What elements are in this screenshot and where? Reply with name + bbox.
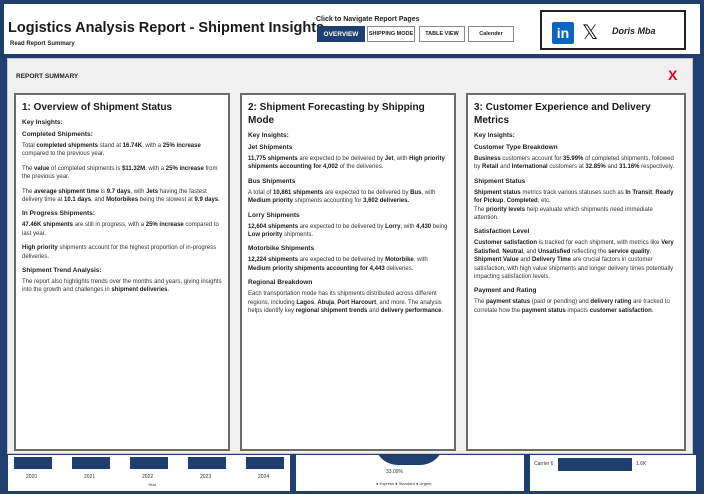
card-title: 2: Shipment Forecasting by Shipping Mode xyxy=(248,102,425,126)
carrier-panel: Carrier 6 1.6K xyxy=(530,455,696,491)
section-heading: Satisfaction Level xyxy=(474,228,530,236)
year-chart-panel: 2020 2021 2022 2023 2024 Year xyxy=(8,455,290,491)
insight-paragraph: Business customers account for 35.99% of… xyxy=(474,156,675,171)
carrier-bar xyxy=(558,458,632,471)
insight-paragraph: 12,224 shipments are expected to be deli… xyxy=(248,257,428,272)
donut-percent: 33.09% xyxy=(386,469,403,475)
section-heading: Jet Shipments xyxy=(248,144,293,151)
profile-card: in 𝕏 Doris Mba xyxy=(540,10,686,50)
section-heading: Shipment Status xyxy=(474,177,526,185)
section-heading: Lorry Shipments xyxy=(248,211,300,219)
year-tick: 2022 xyxy=(142,474,154,480)
summary-card-customer: 3: Customer Experience and Delivery Metr… xyxy=(466,93,686,451)
key-insights-label: Key Insights: xyxy=(248,132,289,139)
carrier-value: 1.6K xyxy=(636,461,647,467)
report-summary-modal: REPORT SUMMARY X 1: Overview of Shipment… xyxy=(7,58,693,454)
section-heading: Regional Breakdown xyxy=(248,279,313,287)
insight-paragraph: High priority shipments account for the … xyxy=(22,245,217,260)
insight-paragraph: Customer satisfaction is tracked for eac… xyxy=(474,240,674,281)
insight-paragraph: 47.46K shipments are still in progress, … xyxy=(22,222,219,237)
insight-paragraph: The report also highlights trends over t… xyxy=(22,279,222,294)
year-bar xyxy=(72,457,110,469)
card-title: 3: Customer Experience and Delivery Metr… xyxy=(474,102,651,126)
year-axis-label: Year xyxy=(148,482,157,487)
summary-card-forecasting: 2: Shipment Forecasting by Shipping Mode… xyxy=(240,93,456,451)
section-heading: Shipment Trend Analysis: xyxy=(22,267,102,275)
year-bar xyxy=(130,457,168,469)
insight-paragraph: Total completed shipments stand at 16.74… xyxy=(22,143,201,158)
section-heading: Motorbike Shipments xyxy=(248,245,315,253)
key-insights-label: Key Insights: xyxy=(474,132,515,139)
insight-paragraph: Shipment status metrics track various st… xyxy=(474,189,674,222)
key-insights-label: Key Insights: xyxy=(22,119,63,126)
section-heading: Bus Shipments xyxy=(248,177,296,185)
section-heading: Completed Shipments: xyxy=(22,131,93,138)
donut-legend: ● Express ● Standard ● Urgent xyxy=(376,481,432,486)
year-tick: 2023 xyxy=(200,474,212,480)
year-tick: 2024 xyxy=(258,474,270,480)
summary-card-overview: 1: Overview of Shipment Status Key Insig… xyxy=(14,93,230,451)
page-title: Logistics Analysis Report - Shipment Ins… xyxy=(8,20,325,36)
card-title: 1: Overview of Shipment Status xyxy=(22,102,173,113)
section-heading: Payment and Rating xyxy=(474,287,537,295)
carrier-label: Carrier 6 xyxy=(534,461,554,467)
section-heading: Customer Type Breakdown xyxy=(474,144,558,151)
linkedin-icon[interactable]: in xyxy=(552,22,574,44)
report-header: Logistics Analysis Report - Shipment Ins… xyxy=(4,4,700,54)
x-twitter-icon[interactable]: 𝕏 xyxy=(582,20,598,45)
nav-label: Click to Navigate Report Pages xyxy=(316,16,420,23)
year-bar xyxy=(246,457,284,469)
nav-overview-button[interactable]: OVERVIEW xyxy=(317,26,365,42)
modal-title: REPORT SUMMARY xyxy=(16,73,79,80)
insight-paragraph: 12,604 shipments are expected to be deli… xyxy=(248,223,448,239)
year-bar xyxy=(188,457,226,469)
nav-table-view-button[interactable]: TABLE VIEW xyxy=(419,26,465,42)
nav-calender-button[interactable]: Calender xyxy=(468,26,514,42)
year-tick: 2020 xyxy=(26,474,38,480)
insight-paragraph: 11,775 shipments are expected to be deli… xyxy=(248,156,445,171)
donut-panel: 33.09% ● Express ● Standard ● Urgent xyxy=(296,441,524,491)
insight-paragraph: The average shipment time is 9.7 days, w… xyxy=(22,188,220,204)
nav-shipping-mode-button[interactable]: SHIPPING MODE xyxy=(367,26,415,42)
insight-paragraph: A total of 10,861 shipments are expected… xyxy=(248,189,436,205)
year-bar xyxy=(14,457,52,469)
insight-paragraph: The value of completed shipments is $11.… xyxy=(22,165,218,181)
section-heading: In Progress Shipments: xyxy=(22,210,95,218)
insight-paragraph: The payment status (paid or pending) and… xyxy=(474,299,670,314)
close-button[interactable]: X xyxy=(668,67,677,83)
insight-paragraph: Each transportation mode has its shipmen… xyxy=(248,291,444,315)
profile-name: Doris Mba xyxy=(612,26,656,36)
read-summary-link[interactable]: Read Report Summary xyxy=(10,41,75,47)
year-tick: 2021 xyxy=(84,474,96,480)
